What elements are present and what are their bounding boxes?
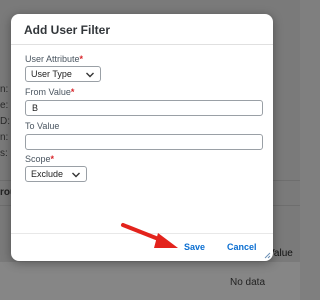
user-attribute-label: User Attribute*	[25, 54, 83, 64]
from-value-label-text: From Value	[25, 87, 71, 97]
scope-value: Exclude	[31, 169, 64, 179]
background-label: e:	[0, 100, 9, 111]
dialog-header: Add User Filter	[11, 14, 273, 45]
from-value-input[interactable]: B	[25, 100, 263, 116]
save-button[interactable]: Save	[184, 242, 205, 252]
cancel-button[interactable]: Cancel	[227, 242, 257, 252]
required-marker: *	[70, 87, 75, 97]
to-value-input[interactable]	[25, 134, 263, 150]
chevron-down-icon	[86, 72, 94, 78]
scope-select[interactable]: Exclude	[25, 166, 87, 182]
background-label: D:	[0, 116, 10, 127]
from-value-text: B	[32, 103, 39, 113]
resize-handle-icon[interactable]	[263, 251, 271, 259]
scope-label-text: Scope	[25, 154, 51, 164]
dialog-title: Add User Filter	[24, 23, 111, 37]
background-label: n:	[0, 132, 9, 143]
scope-label: Scope*	[25, 154, 54, 164]
required-marker: *	[50, 154, 55, 164]
annotation-arrow-icon	[121, 223, 178, 248]
user-attribute-value: User Type	[31, 69, 72, 79]
background-label: s:	[0, 148, 8, 159]
chevron-down-icon	[72, 172, 80, 178]
background-no-data-text: No data	[230, 277, 266, 288]
from-value-label: From Value*	[25, 87, 74, 97]
background-label: n:	[0, 84, 9, 95]
user-attribute-select[interactable]: User Type	[25, 66, 101, 82]
to-value-label: To Value	[25, 121, 60, 131]
user-attribute-label-text: User Attribute	[25, 54, 80, 64]
required-marker: *	[79, 54, 84, 64]
